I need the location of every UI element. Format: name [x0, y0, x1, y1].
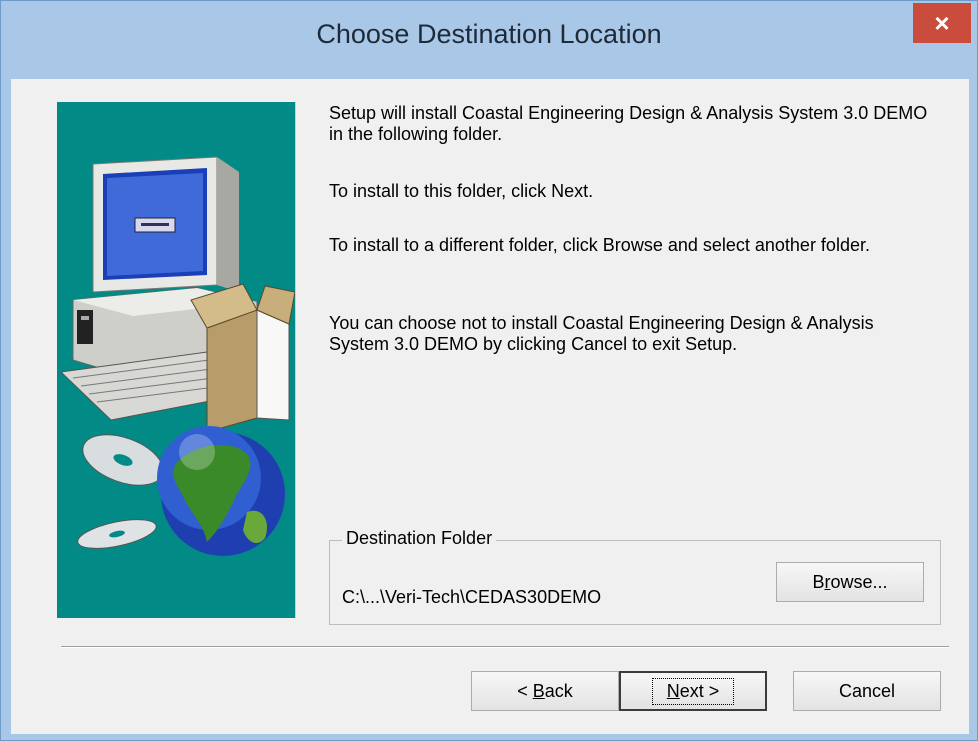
next-label: Next > — [651, 677, 735, 705]
back-label: < Back — [517, 680, 573, 701]
cd-discs-illustration — [77, 434, 164, 549]
browse-button[interactable]: Browse... — [776, 562, 924, 602]
computer-illustration — [59, 156, 295, 433]
globe-illustration — [157, 426, 285, 556]
back-button[interactable]: < Back — [471, 671, 619, 711]
close-icon: × — [934, 7, 950, 38]
cancel-button[interactable]: Cancel — [793, 671, 941, 711]
intro-message: Setup will install Coastal Engineering D… — [329, 103, 928, 144]
setup-dialog: Choose Destination Location × Setup will… — [0, 0, 978, 741]
dialog-client-area: Setup will install Coastal Engineering D… — [11, 79, 969, 734]
window-title: Choose Destination Location — [316, 19, 662, 49]
browse-instruction: To install to a different folder, click … — [329, 235, 870, 255]
next-button[interactable]: Next > — [619, 671, 767, 711]
setup-illustration-panel — [57, 102, 296, 618]
destination-folder-group: Destination Folder C:\...\Veri-Tech\CEDA… — [329, 528, 941, 625]
button-separator — [61, 646, 949, 648]
browse-label: Browse... — [812, 571, 888, 592]
close-button[interactable]: × — [913, 3, 971, 43]
next-instruction: To install to this folder, click Next. — [329, 181, 594, 201]
destination-folder-legend: Destination Folder — [342, 528, 497, 549]
title-bar[interactable]: Choose Destination Location × — [1, 1, 977, 79]
destination-path: C:\...\Veri-Tech\CEDAS30DEMO — [342, 587, 602, 607]
cancel-instruction: You can choose not to install Coastal En… — [329, 313, 874, 354]
